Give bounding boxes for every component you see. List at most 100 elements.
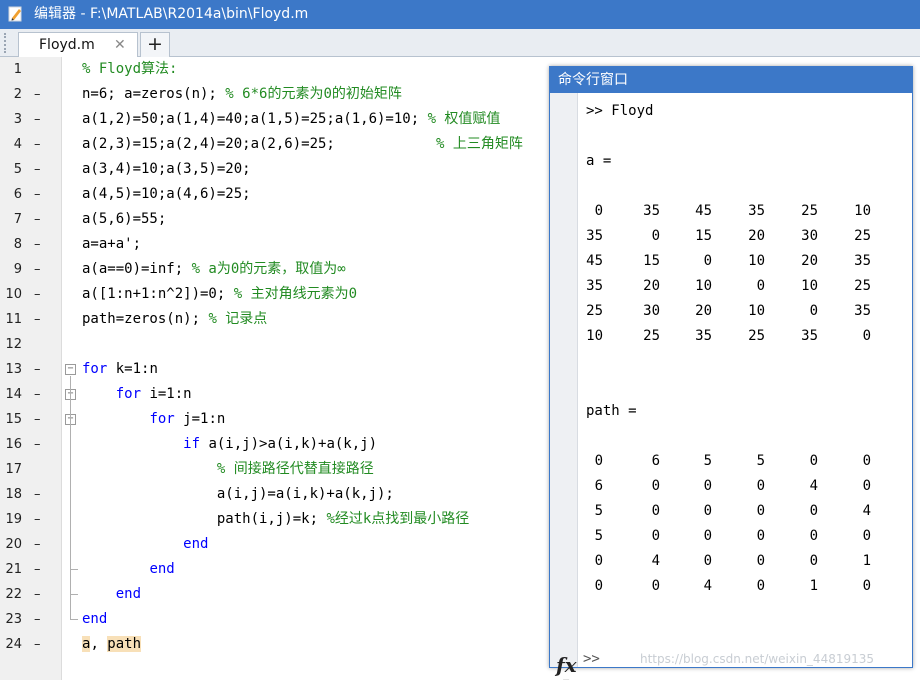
code-comment: % 上三角矩阵 (436, 136, 523, 152)
code-line[interactable]: 4– a(2,3)=15;a(2,4)=20;a(2,6)=25; % 上三角矩阵 (0, 132, 560, 157)
breakpoint-marker[interactable]: – (34, 432, 41, 457)
matrix-path-cell: 0 (651, 528, 660, 544)
breakpoint-marker[interactable]: – (34, 307, 41, 332)
command-history-line: >> Floyd (586, 103, 654, 119)
code-line[interactable]: 20– end (0, 532, 560, 557)
code-line[interactable]: 2– n=6; a=zeros(n); % 6*6的元素为0的初始矩阵 (0, 82, 560, 107)
function-browser-icon[interactable]: fx (556, 653, 577, 677)
fold-end-tick (70, 619, 78, 620)
code-line[interactable]: 13– for k=1:n (0, 357, 560, 382)
line-number: 14 (5, 387, 22, 402)
code-line[interactable]: 21– end (0, 557, 560, 582)
matrix-path-cell: 0 (703, 528, 712, 544)
fold-guide-line (70, 376, 71, 619)
breakpoint-marker[interactable]: – (34, 382, 41, 407)
matrix-a-cell: 10 (695, 278, 712, 294)
matrix-path-cell: 4 (809, 478, 818, 494)
code-text: a(4,5)=10;a(4,6)=25; (82, 182, 251, 207)
matrix-path-cell: 6 (594, 478, 603, 494)
code-comment: % 6*6的元素为0的初始矩阵 (225, 86, 402, 102)
command-window-title[interactable]: 命令行窗口 (550, 67, 912, 93)
code-line[interactable]: 5– a(3,4)=10;a(3,5)=20; (0, 157, 560, 182)
breakpoint-marker[interactable]: – (34, 182, 41, 207)
breakpoint-marker[interactable]: – (34, 157, 41, 182)
code-text: if a(i,j)>a(i,k)+a(k,j) (82, 432, 377, 457)
breakpoint-marker[interactable]: – (34, 582, 41, 607)
tab-floyd-m[interactable]: Floyd.m ✕ (18, 32, 138, 57)
command-prompt[interactable]: >> (583, 651, 600, 667)
breakpoint-marker[interactable]: – (34, 107, 41, 132)
code-text: end (82, 532, 208, 557)
matrix-path-cell: 4 (862, 503, 871, 519)
code-line[interactable]: 23– end (0, 607, 560, 632)
code-token: i=1:n (141, 386, 192, 402)
code-line[interactable]: 9– a(a==0)=inf; % a为0的元素，取值为∞ (0, 257, 560, 282)
breakpoint-marker[interactable]: – (34, 207, 41, 232)
command-window[interactable]: 命令行窗口 >> Floyd a = path = fx ▼ >> 035453… (549, 66, 913, 680)
breakpoint-marker[interactable]: – (34, 607, 41, 632)
code-text: for i=1:n (82, 382, 192, 407)
matrix-a-cell: 15 (695, 228, 712, 244)
matrix-a-cell: 0 (809, 303, 818, 319)
matrix-a-cell: 45 (695, 203, 712, 219)
code-line[interactable]: 8– a=a+a'; (0, 232, 560, 257)
add-tab-button[interactable]: + (140, 32, 170, 57)
matrix-a-cell: 0 (703, 253, 712, 269)
code-line[interactable]: 18– a(i,j)=a(i,k)+a(k,j); (0, 482, 560, 507)
command-window-output[interactable]: >> Floyd a = path = fx ▼ >> 035453525103… (550, 93, 912, 680)
code-line[interactable]: 17 % 间接路径代替直接路径 (0, 457, 560, 482)
code-token: j=1:n (174, 411, 226, 427)
code-text: end (82, 557, 174, 582)
matrix-path-cell: 0 (862, 528, 871, 544)
close-tab-icon[interactable]: ✕ (114, 37, 126, 53)
matrix-path-cell: 0 (756, 553, 765, 569)
code-line[interactable]: 16– if a(i,j)>a(i,k)+a(k,j) (0, 432, 560, 457)
code-line[interactable]: 15– for j=1:n (0, 407, 560, 432)
drag-grip-icon[interactable] (4, 33, 10, 53)
breakpoint-marker[interactable]: – (34, 632, 41, 657)
code-line[interactable]: 10– a([1:n+1:n^2])=0; % 主对角线元素为0 (0, 282, 560, 307)
code-line[interactable]: 22– end (0, 582, 560, 607)
breakpoint-marker[interactable]: – (34, 482, 41, 507)
code-line[interactable]: 24– a, path (0, 632, 560, 657)
code-line[interactable]: 19– path(i,j)=k; %经过k点找到最小路径 (0, 507, 560, 532)
code-token: path(i,j)=k; (82, 511, 327, 527)
breakpoint-marker[interactable]: – (34, 557, 41, 582)
matrix-a-cell: 25 (748, 328, 765, 344)
code-highlight: path (107, 636, 142, 652)
window-title-bar: 编辑器 - F:\MATLAB\R2014a\bin\Floyd.m (0, 0, 920, 29)
matrix-a-cell: 20 (801, 253, 818, 269)
code-line[interactable]: 1 % Floyd算法: (0, 57, 560, 82)
breakpoint-marker[interactable]: – (34, 132, 41, 157)
line-number: 18 (5, 487, 22, 502)
code-line[interactable]: 3– a(1,2)=50;a(1,4)=40;a(1,5)=25;a(1,6)=1… (0, 107, 560, 132)
fold-toggle-icon[interactable]: − (65, 364, 76, 375)
matrix-path-cell: 0 (651, 478, 660, 494)
code-line[interactable]: 6– a(4,5)=10;a(4,6)=25; (0, 182, 560, 207)
code-text: n=6; a=zeros(n); % 6*6的元素为0的初始矩阵 (82, 82, 402, 107)
code-token: n=6; a=zeros(n); (82, 86, 226, 102)
line-number: 10 (5, 287, 22, 302)
breakpoint-marker[interactable]: – (34, 507, 41, 532)
fold-end-tick (70, 594, 78, 595)
breakpoint-marker[interactable]: – (34, 282, 41, 307)
matrix-a-cell: 10 (854, 203, 871, 219)
breakpoint-marker[interactable]: – (34, 407, 41, 432)
code-line[interactable]: 14– for i=1:n (0, 382, 560, 407)
matrix-a-cell: 25 (801, 203, 818, 219)
code-line[interactable]: 7– a(5,6)=55; (0, 207, 560, 232)
code-line[interactable]: 11– path=zeros(n); % 记录点 (0, 307, 560, 332)
code-text: a(i,j)=a(i,k)+a(k,j); (82, 482, 394, 507)
window-title: 编辑器 - F:\MATLAB\R2014a\bin\Floyd.m (34, 6, 309, 22)
breakpoint-marker[interactable]: – (34, 532, 41, 557)
code-keyword: end (115, 586, 142, 602)
line-number: 3 (13, 112, 22, 127)
code-token: path=zeros(n); (82, 311, 209, 327)
code-line[interactable]: 12 (0, 332, 560, 357)
breakpoint-marker[interactable]: – (34, 232, 41, 257)
breakpoint-marker[interactable]: – (34, 357, 41, 382)
breakpoint-marker[interactable]: – (34, 82, 41, 107)
matrix-path-cell: 0 (756, 528, 765, 544)
breakpoint-marker[interactable]: – (34, 257, 41, 282)
